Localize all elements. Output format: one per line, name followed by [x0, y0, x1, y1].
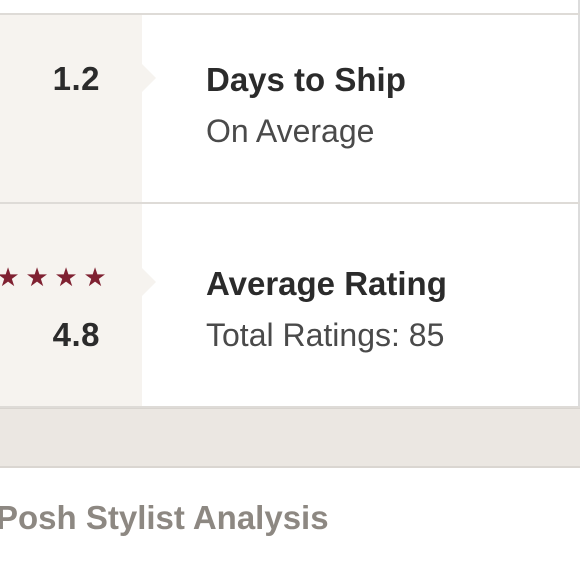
days-to-ship-value: 1.2	[52, 60, 100, 97]
average-rating-label: Average Rating	[206, 265, 447, 302]
row-divider	[0, 202, 580, 204]
rating-stars: ★ ★ ★ ★	[0, 264, 108, 290]
average-rating-value: 4.8	[52, 316, 100, 353]
star-icon: ★	[25, 262, 49, 292]
section-separator-band	[0, 408, 580, 468]
stat-info-shipping: Days to Ship On Average	[206, 60, 406, 151]
days-to-ship-label: Days to Ship	[206, 61, 406, 98]
star-icon: ★	[54, 262, 78, 292]
seller-stats-card: 1.2 Days to Ship On Average ★ ★ ★ ★ 4.8 …	[0, 0, 580, 408]
metric-panel-shipping: 1.2	[0, 15, 156, 205]
total-ratings-label: Total Ratings: 85	[206, 317, 445, 353]
metric-panel-rating: ★ ★ ★ ★ 4.8	[0, 205, 156, 408]
star-icon: ★	[0, 262, 20, 292]
stat-info-rating: Average Rating Total Ratings: 85	[206, 264, 447, 355]
stat-row-shipping: 1.2 Days to Ship On Average	[0, 15, 580, 205]
stat-row-rating: ★ ★ ★ ★ 4.8 Average Rating Total Ratings…	[0, 205, 580, 408]
star-icon: ★	[83, 262, 107, 292]
posh-stylist-analysis-heading: Posh Stylist Analysis	[0, 499, 329, 536]
days-to-ship-sublabel: On Average	[206, 113, 375, 149]
